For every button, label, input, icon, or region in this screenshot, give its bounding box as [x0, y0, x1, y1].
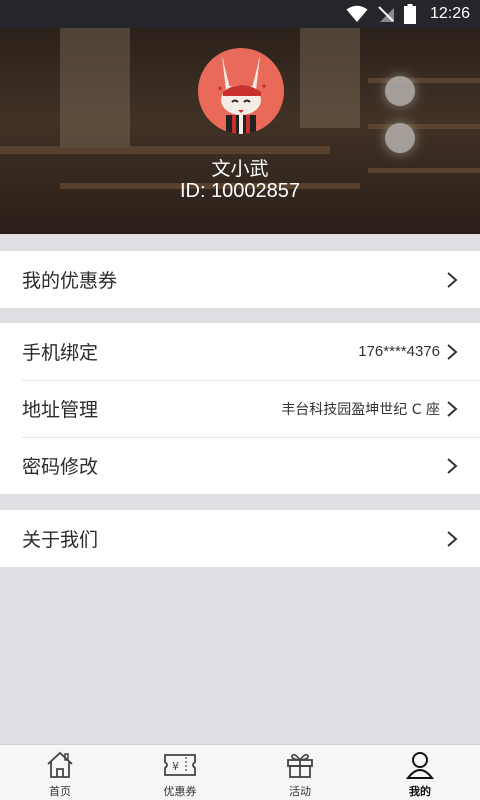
chevron-right-icon — [447, 343, 458, 360]
menu-item-address[interactable]: 地址管理 丰台科技园盈坤世纪 C 座 — [0, 380, 480, 437]
address-value: 丰台科技园盈坤世纪 C 座 — [281, 401, 440, 418]
svg-text:¥: ¥ — [172, 760, 179, 773]
no-signal-icon — [378, 6, 394, 22]
menu-item-label: 地址管理 — [22, 399, 99, 421]
chevron-right-icon — [447, 530, 458, 547]
user-icon — [405, 752, 435, 779]
menu-item-password[interactable]: 密码修改 — [0, 437, 480, 494]
tab-mine[interactable]: 我的 — [360, 745, 480, 800]
coupons-group: 我的优惠券 — [0, 251, 480, 308]
account-settings-group: 手机绑定 176****4376 地址管理 丰台科技园盈坤世纪 C 座 密码修改 — [0, 323, 480, 494]
home-icon — [47, 751, 73, 778]
user-name: 文小武 — [211, 158, 269, 180]
chevron-right-icon — [447, 457, 458, 474]
user-id: ID: 10002857 — [179, 180, 301, 202]
tab-label: 活动 — [289, 785, 311, 798]
tab-label: 优惠券 — [163, 785, 197, 798]
gift-icon — [287, 753, 313, 778]
bottom-tab-bar: 首页 ¥ 优惠券 活动 我的 — [0, 744, 480, 800]
menu-item-label: 手机绑定 — [22, 342, 99, 364]
tab-label: 首页 — [49, 785, 71, 798]
phone-number-value: 176****4376 — [358, 343, 440, 360]
tab-label: 我的 — [409, 785, 431, 798]
wifi-icon — [346, 5, 368, 22]
menu-item-label: 密码修改 — [22, 456, 99, 478]
menu-item-phone-binding[interactable]: 手机绑定 176****4376 — [0, 323, 480, 380]
tab-coupons[interactable]: ¥ 优惠券 — [120, 745, 240, 800]
about-group: 关于我们 — [0, 510, 480, 567]
menu-item-coupons[interactable]: 我的优惠券 — [0, 251, 480, 308]
profile-header: 文小武 ID: 10002857 — [0, 28, 480, 234]
ticket-icon: ¥ — [164, 754, 196, 776]
menu-item-label: 关于我们 — [22, 529, 99, 551]
chevron-right-icon — [447, 400, 458, 417]
menu-item-label: 我的优惠券 — [22, 270, 118, 292]
menu-item-about[interactable]: 关于我们 — [0, 510, 480, 567]
battery-icon — [403, 4, 416, 24]
avatar[interactable] — [198, 48, 284, 134]
rabbit-avatar-icon — [218, 56, 266, 134]
status-bar: 12:26 — [0, 0, 480, 28]
tab-home[interactable]: 首页 — [0, 745, 120, 800]
chevron-right-icon — [447, 271, 458, 288]
status-time: 12:26 — [429, 5, 470, 22]
tab-activities[interactable]: 活动 — [240, 745, 360, 800]
